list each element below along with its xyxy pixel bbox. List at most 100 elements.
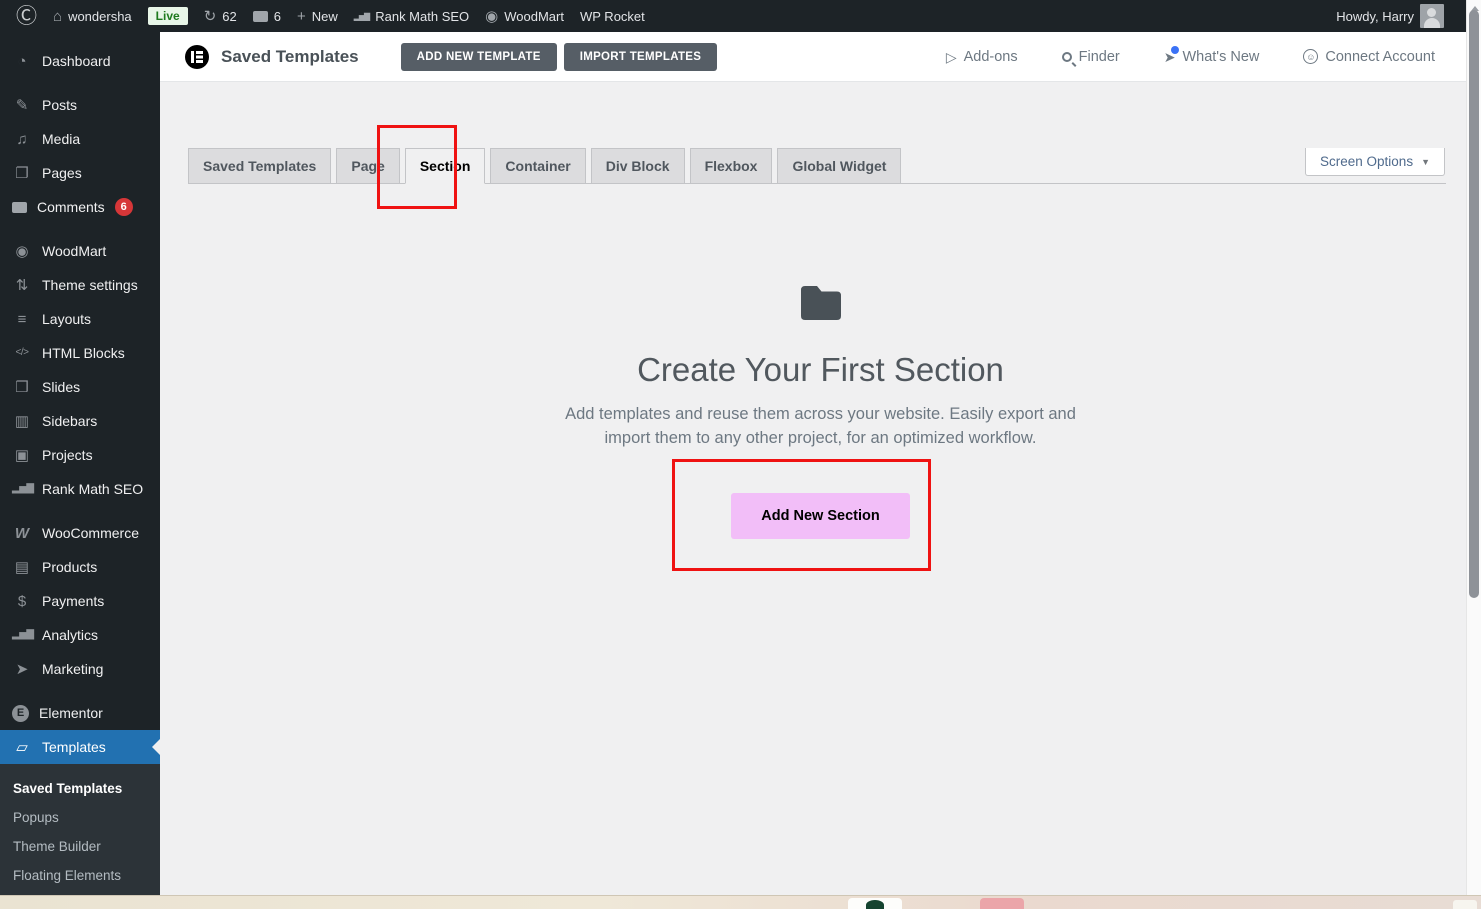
slides-icon: ❒	[12, 380, 32, 395]
sidebar-item-label: Templates	[42, 739, 106, 755]
new-content-menu[interactable]: + New	[289, 0, 346, 32]
my-account-menu[interactable]: Howdy, Harry	[1328, 0, 1452, 32]
sidebar-item-html-blocks[interactable]: </>HTML Blocks	[0, 336, 160, 370]
notification-dot	[1171, 46, 1179, 54]
screen-options-button[interactable]: Screen Options ▼	[1305, 148, 1445, 176]
empty-state-description-line1: Add templates and reuse them across your…	[160, 403, 1481, 427]
sidebar-item-label: Media	[42, 131, 80, 147]
sidebar-item-theme-settings[interactable]: ⇅Theme settings	[0, 268, 160, 302]
site-name-menu[interactable]: ⌂ wondersha	[45, 0, 140, 32]
wp-rocket-menu[interactable]: WP Rocket	[572, 0, 653, 32]
sidebar-item-layouts[interactable]: ≡Layouts	[0, 302, 160, 336]
woodmart-icon: ◉	[12, 244, 32, 259]
elementor-header: Saved Templates ADD NEW TEMPLATE IMPORT …	[160, 32, 1481, 82]
connect-account-link[interactable]: ☺ Connect Account	[1303, 49, 1435, 65]
sidebar-item-slides[interactable]: ❒ Slides	[0, 370, 160, 404]
search-icon	[1062, 52, 1072, 62]
add-new-template-button[interactable]: ADD NEW TEMPLATE	[401, 43, 557, 71]
sidebar-item-rank-math-seo[interactable]: ▂▅▇Rank Math SEO	[0, 472, 160, 506]
rank-math-icon: ▂▅▇	[354, 12, 369, 21]
sidebar-item-pages[interactable]: ❐Pages	[0, 156, 160, 190]
analytics-icon: ▂▅▇	[12, 630, 32, 640]
dock-item	[1453, 900, 1477, 909]
sidebar-item-sidebars[interactable]: ▥Sidebars	[0, 404, 160, 438]
whats-new-link[interactable]: ➤ What's New	[1164, 49, 1260, 65]
comments-icon	[12, 202, 27, 213]
dock-item-icon	[866, 900, 884, 909]
tab-flexbox[interactable]: Flexbox	[690, 148, 773, 183]
sidebar-item-label: Pages	[42, 165, 82, 181]
user-circle-icon: ☺	[1303, 49, 1318, 64]
empty-state-title: Create Your First Section	[160, 351, 1481, 389]
projects-icon: ▣	[12, 448, 32, 463]
tab-global-widget[interactable]: Global Widget	[777, 148, 901, 183]
home-icon: ⌂	[53, 9, 62, 24]
tab-page[interactable]: Page	[336, 148, 399, 183]
finder-label: Finder	[1079, 49, 1120, 65]
rank-math-label: Rank Math SEO	[375, 9, 469, 24]
import-templates-button[interactable]: IMPORT TEMPLATES	[564, 43, 718, 71]
submenu-item-floating-elements[interactable]: Floating Elements	[0, 861, 160, 890]
empty-state-description-line2: import them to any other project, for an…	[160, 427, 1481, 451]
chevron-down-icon: ▼	[1421, 157, 1430, 167]
sidebar-item-marketing[interactable]: ➤Marketing	[0, 652, 160, 686]
sidebar-item-products[interactable]: ▤Products	[0, 550, 160, 584]
media-icon: ♫	[12, 132, 32, 147]
sidebars-icon: ▥	[12, 414, 32, 429]
sidebar-item-label: Projects	[42, 447, 93, 463]
connect-account-label: Connect Account	[1325, 49, 1435, 65]
empty-state: Create Your First Section Add templates …	[160, 282, 1481, 539]
submenu-item-popups[interactable]: Popups	[0, 803, 160, 832]
sidebar-item-projects[interactable]: ▣ Projects	[0, 438, 160, 472]
addons-link[interactable]: ▷ Add-ons	[946, 49, 1018, 65]
comments-count-badge: 6	[115, 198, 133, 216]
submenu-item-theme-builder[interactable]: Theme Builder	[0, 832, 160, 861]
sidebar-item-label: Elementor	[39, 705, 103, 721]
comments-count: 6	[274, 9, 281, 24]
sidebar-item-woodmart[interactable]: ◉WoodMart	[0, 234, 160, 268]
sidebar-item-comments[interactable]: Comments6	[0, 190, 160, 224]
woodmart-menu[interactable]: ◉ WoodMart	[477, 0, 572, 32]
elementor-icon: E	[12, 705, 29, 722]
sidebar-item-label: Dashboard	[42, 53, 111, 69]
rank-math-menu[interactable]: ▂▅▇ Rank Math SEO	[346, 0, 477, 32]
addons-label: Add-ons	[964, 49, 1018, 65]
updates-menu[interactable]: ↻ 62	[196, 0, 245, 32]
tab-container[interactable]: Container	[490, 148, 585, 183]
finder-link[interactable]: Finder	[1062, 49, 1120, 65]
desktop-dock-strip	[0, 895, 1481, 909]
updates-count: 62	[222, 9, 236, 24]
sidebar-item-posts[interactable]: ✎Posts	[0, 88, 160, 122]
add-new-section-button[interactable]: Add New Section	[731, 493, 910, 539]
sidebar-item-woocommerce[interactable]: WWooCommerce	[0, 516, 160, 550]
page-scrollbar[interactable]	[1466, 0, 1481, 895]
sidebar-item-media[interactable]: ♫ Media	[0, 122, 160, 156]
sidebar-item-dashboard[interactable]: ◔ Dashboard	[0, 44, 160, 78]
submenu-item-saved-templates[interactable]: Saved Templates	[0, 774, 160, 803]
sidebar-item-payments[interactable]: $Payments	[0, 584, 160, 618]
wp-rocket-label: WP Rocket	[580, 9, 645, 24]
marketing-icon: ➤	[12, 662, 32, 677]
sidebar-item-elementor[interactable]: E Elementor	[0, 696, 160, 730]
theme-settings-icon: ⇅	[12, 278, 32, 293]
wp-logo-menu[interactable]: Ⓒ	[8, 0, 45, 32]
main-area: Saved Templates ADD NEW TEMPLATE IMPORT …	[160, 32, 1481, 895]
tab-section[interactable]: Section	[405, 148, 486, 184]
tab-saved-templates[interactable]: Saved Templates	[188, 148, 331, 183]
sidebar-item-analytics[interactable]: ▂▅▇Analytics	[0, 618, 160, 652]
dashboard-icon: ◔	[12, 54, 32, 69]
payments-icon: $	[12, 594, 32, 609]
scrollbar-thumb[interactable]	[1469, 10, 1479, 598]
tab-div-block[interactable]: Div Block	[591, 148, 685, 183]
live-badge: Live	[148, 7, 188, 25]
posts-icon: ✎	[12, 98, 32, 113]
updates-icon: ↻	[204, 9, 217, 24]
comments-menu[interactable]: 6	[245, 0, 289, 32]
templates-submenu: Saved TemplatesPopupsTheme BuilderFloati…	[0, 764, 160, 902]
content-area: Screen Options ▼ Saved TemplatesPageSect…	[160, 148, 1481, 909]
sidebar-item-label: HTML Blocks	[42, 345, 125, 361]
megaphone-icon: ➤	[1164, 50, 1176, 64]
sidebar-item-label: Slides	[42, 379, 80, 395]
avatar	[1420, 4, 1444, 28]
sidebar-item-templates[interactable]: ▱Templates	[0, 730, 160, 764]
